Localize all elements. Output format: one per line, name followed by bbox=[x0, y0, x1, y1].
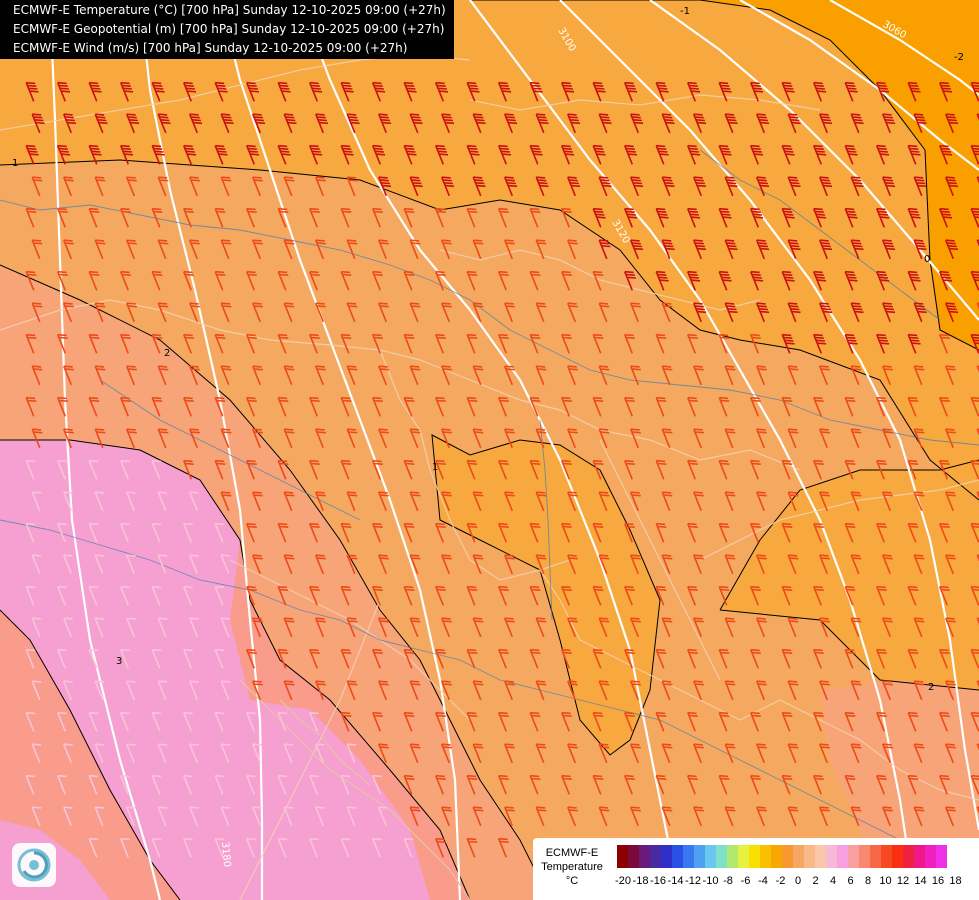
legend-tick: -20 bbox=[615, 875, 631, 887]
legend-tick: -2 bbox=[775, 875, 786, 887]
legend-swatch bbox=[771, 845, 782, 868]
legend-tick: -6 bbox=[740, 875, 751, 887]
temperature-label: 1 bbox=[12, 158, 18, 169]
legend-swatch bbox=[804, 845, 815, 868]
legend-swatch bbox=[936, 845, 947, 868]
legend-tick: -8 bbox=[723, 875, 733, 887]
legend-swatch bbox=[826, 845, 837, 868]
legend-tick: 18 bbox=[949, 875, 962, 887]
legend-swatch bbox=[694, 845, 705, 868]
legend-swatch bbox=[881, 845, 892, 868]
legend-swatch bbox=[617, 845, 628, 868]
geopotential-title: ECMWF-E Geopotential (m) [700 hPa] Sunda… bbox=[13, 22, 445, 36]
legend-tick: 12 bbox=[896, 875, 910, 887]
legend-swatch bbox=[903, 845, 914, 868]
legend-swatch bbox=[870, 845, 881, 868]
legend-swatch bbox=[628, 845, 639, 868]
legend-swatch bbox=[848, 845, 859, 868]
temperature-label: -2 bbox=[954, 52, 964, 63]
temperature-legend: ECMWF-E Temperature °C -20 -18 -16 -14 -12 -1… bbox=[533, 838, 979, 900]
legend-title: ECMWF-E Temperature °C bbox=[539, 846, 605, 888]
temperature-label: 0 bbox=[924, 254, 930, 265]
legend-swatch bbox=[793, 845, 804, 868]
legend-tick: -10 bbox=[702, 875, 719, 887]
legend-unit: °C bbox=[565, 875, 579, 887]
legend-swatch bbox=[639, 845, 650, 868]
legend-swatch bbox=[925, 845, 936, 868]
legend-tick: -12 bbox=[685, 875, 701, 887]
map-title-box: ECMWF-E Temperature (°C) [700 hPa] Sunda… bbox=[0, 0, 454, 59]
temperature-label: 2 bbox=[928, 682, 934, 693]
legend-swatch bbox=[815, 845, 826, 868]
legend-tick: 0 bbox=[794, 875, 802, 887]
legend-swatch bbox=[672, 845, 683, 868]
legend-tick: 4 bbox=[829, 875, 837, 887]
weather-map: 3100 3060 3120 3180 1 1 2 2 3 -1 0 -2 bbox=[0, 0, 979, 900]
temperature-label: -1 bbox=[680, 6, 690, 17]
legend-swatch bbox=[716, 845, 727, 868]
legend-tick: 2 bbox=[812, 875, 819, 887]
legend-swatch bbox=[705, 845, 716, 868]
legend-tick: -18 bbox=[632, 875, 649, 887]
wind-title: ECMWF-E Wind (m/s) [700 hPa] Sunday 12-1… bbox=[13, 41, 408, 55]
legend-tick: -16 bbox=[650, 875, 666, 887]
temperature-label: 3 bbox=[116, 656, 122, 667]
temperature-label: 2 bbox=[164, 348, 170, 359]
legend-swatch bbox=[661, 845, 672, 868]
legend-swatch bbox=[859, 845, 870, 868]
legend-tick: 16 bbox=[931, 875, 945, 887]
legend-swatch bbox=[738, 845, 749, 868]
legend-swatch bbox=[760, 845, 771, 868]
legend-tick: 14 bbox=[914, 875, 927, 887]
legend-swatch bbox=[892, 845, 903, 868]
legend-swatch bbox=[914, 845, 925, 868]
temperature-title: ECMWF-E Temperature (°C) [700 hPa] Sunda… bbox=[13, 3, 446, 17]
legend-tick: -14 bbox=[667, 875, 684, 887]
legend-title-variable: Temperature bbox=[541, 861, 603, 873]
legend-tick: 10 bbox=[879, 875, 892, 887]
legend-swatch bbox=[683, 845, 694, 868]
legend-swatch bbox=[650, 845, 661, 868]
legend-swatch bbox=[782, 845, 793, 868]
legend-color-scale bbox=[617, 845, 947, 868]
legend-tick: -4 bbox=[758, 875, 768, 887]
legend-tick: 8 bbox=[864, 875, 872, 887]
ecmwf-logo-icon bbox=[12, 843, 56, 887]
legend-swatch bbox=[749, 845, 760, 868]
legend-tick: 6 bbox=[847, 875, 854, 887]
legend-swatch bbox=[837, 845, 848, 868]
legend-title-model: ECMWF-E bbox=[545, 847, 599, 859]
legend-swatch bbox=[727, 845, 738, 868]
